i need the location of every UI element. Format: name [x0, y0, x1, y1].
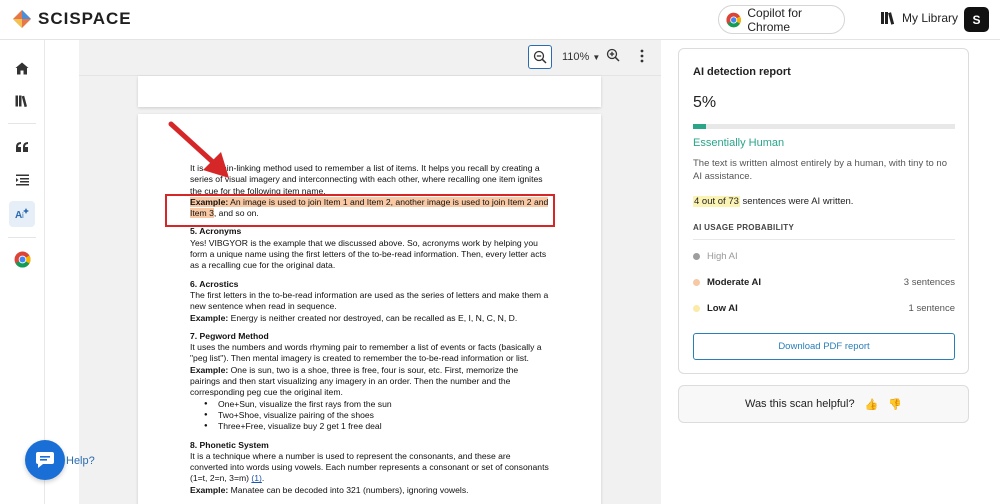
- phonetic-tail: .: [261, 473, 265, 484]
- brand-logo[interactable]: SCISPACE: [12, 9, 132, 29]
- zoom-out-icon: [533, 50, 547, 64]
- pegword-example-label: Example:: [190, 364, 229, 375]
- report-title: AI detection report: [693, 66, 791, 78]
- usage-label: Moderate AI: [707, 276, 762, 288]
- ai-score: 5%: [693, 94, 717, 111]
- sidebar-divider: [8, 123, 36, 124]
- chrome-extension-icon[interactable]: [9, 246, 35, 272]
- usage-row-moderate: Moderate AI 3 sentences: [693, 275, 955, 289]
- verdict-description: The text is written almost entirely by a…: [693, 158, 947, 182]
- acrostics-heading: 6. Acrostics: [190, 278, 239, 289]
- feedback-question: Was this scan helpful?: [744, 398, 855, 410]
- list-item: One+Sun, visualize the first rays from t…: [204, 399, 550, 411]
- outline-icon[interactable]: [9, 167, 35, 193]
- chrome-icon: [726, 12, 741, 27]
- quote-icon[interactable]: [9, 134, 35, 160]
- chevron-down-icon: ▼: [592, 53, 601, 62]
- scispace-logo-icon: [13, 10, 31, 28]
- moderate-ai-dot-icon: [693, 278, 700, 286]
- score-bar: [693, 124, 955, 129]
- annotation-box: [165, 194, 555, 227]
- ai-detection-report-panel: AI detection report 5% Essentially Human…: [678, 48, 969, 374]
- usage-label: High AI: [707, 250, 738, 262]
- thumbs-up-icon[interactable]: 👍: [865, 398, 879, 411]
- annotation-arrow-icon: [168, 121, 229, 178]
- pdf-viewer[interactable]: 110% ▼ It is a chain-linking method used…: [79, 40, 661, 504]
- help-label[interactable]: Help?: [66, 455, 95, 467]
- acrostics-example: Energy is neither created nor destroyed,…: [230, 312, 518, 323]
- usage-probability-title: AI USAGE PROBABILITY: [693, 223, 795, 232]
- zoom-out-button[interactable]: [528, 45, 552, 69]
- list-item: Three+Free, visualize buy 2 get 1 free d…: [204, 421, 550, 433]
- more-options-icon[interactable]: [640, 49, 644, 63]
- copilot-for-chrome-button[interactable]: Copilot for Chrome: [718, 5, 845, 34]
- intro-paragraph: It is a chain-linking method used to rem…: [190, 163, 543, 196]
- phonetic-heading: 8. Phonetic System: [190, 439, 269, 450]
- phonetic-paragraph: It is a technique where a number is used…: [190, 451, 550, 485]
- phonetic-example: Manatee can be decoded into 321 (numbers…: [230, 484, 469, 495]
- my-library-link[interactable]: My Library: [880, 11, 958, 25]
- count-suffix: sentences were AI written.: [739, 196, 854, 207]
- high-ai-dot-icon: [693, 252, 700, 260]
- acronyms-paragraph: Yes! VIBGYOR is the example that we disc…: [190, 237, 547, 271]
- list-item: Two+Shoe, visualize pairing of the shoes: [204, 410, 550, 422]
- zoom-in-icon[interactable]: [606, 48, 620, 62]
- top-bar: SCISPACE Copilot for Chrome My Library S: [0, 0, 1000, 40]
- acrostics-example-label: Example:: [190, 312, 229, 323]
- svg-text:i: i: [22, 211, 24, 220]
- scan-feedback-bar: Was this scan helpful? 👍 👎: [678, 385, 969, 423]
- citation-link[interactable]: (1): [251, 473, 262, 483]
- verdict-label: Essentially Human: [693, 137, 785, 149]
- library-icon[interactable]: [9, 88, 35, 114]
- ai-sentence-count: 4 out of 73 sentences were AI written.: [693, 196, 853, 207]
- download-pdf-report-button[interactable]: Download PDF report: [693, 333, 955, 360]
- pegword-paragraph: It uses the numbers and words rhyming pa…: [190, 342, 542, 364]
- sidebar-divider: [8, 237, 36, 238]
- pdf-toolbar: 110% ▼: [79, 40, 661, 76]
- usage-value: 1 sentence: [908, 302, 955, 314]
- library-icon: [881, 12, 895, 25]
- chat-bubble-icon: [36, 452, 54, 468]
- usage-row-high: High AI: [693, 249, 955, 263]
- thumbs-down-icon[interactable]: 👎: [888, 398, 902, 411]
- my-library-label: My Library: [902, 11, 959, 25]
- home-icon[interactable]: [9, 55, 35, 81]
- score-bar-fill: [693, 124, 707, 129]
- zoom-level-value: 110%: [562, 51, 590, 63]
- phonetic-text: It is a technique where a number is used…: [190, 450, 549, 484]
- brand-name: SCISPACE: [38, 9, 132, 28]
- pegword-heading: 7. Pegword Method: [190, 330, 269, 341]
- usage-value: 3 sentences: [903, 276, 955, 288]
- copilot-label: Copilot for Chrome: [747, 5, 803, 34]
- pegword-example: One is sun, two is a shoe, three is free…: [190, 364, 519, 398]
- pdf-page: [138, 76, 601, 107]
- divider: [693, 239, 955, 240]
- acrostics-paragraph: The first letters in the to-be-read info…: [190, 289, 549, 312]
- acronyms-heading: 5. Acronyms: [190, 226, 242, 237]
- left-sidebar: Ai: [0, 40, 45, 504]
- low-ai-dot-icon: [693, 304, 700, 312]
- zoom-level-select[interactable]: 110% ▼: [562, 51, 600, 63]
- ai-detector-icon[interactable]: Ai: [9, 201, 35, 227]
- help-chat-button[interactable]: [25, 440, 65, 480]
- user-avatar[interactable]: S: [964, 7, 989, 32]
- usage-label: Low AI: [707, 302, 738, 314]
- phonetic-example-label: Example:: [190, 484, 229, 495]
- count-highlight: 4 out of 73: [693, 196, 740, 207]
- usage-row-low: Low AI 1 sentence: [693, 301, 955, 315]
